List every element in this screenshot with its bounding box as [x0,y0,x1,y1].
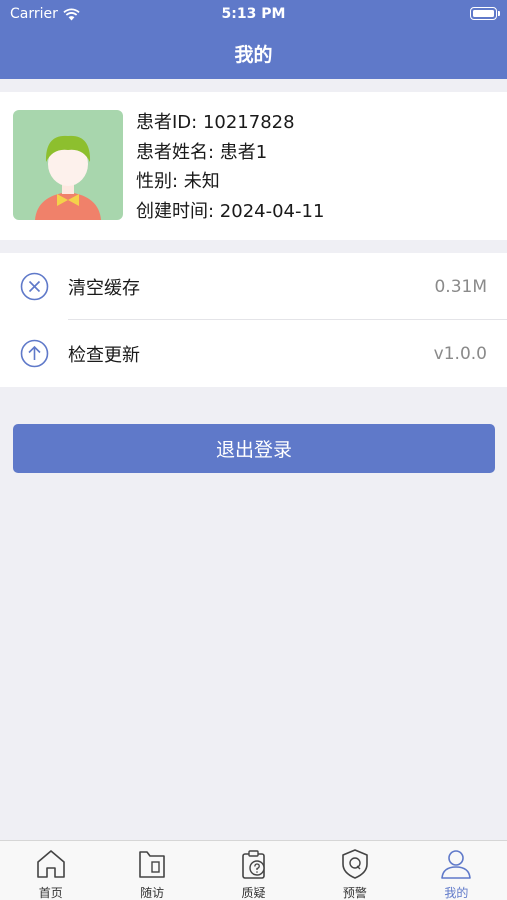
tab-home-label: 首页 [38,886,63,900]
follow-up-icon [139,851,165,878]
home-icon [36,850,65,878]
patient-id: 患者ID: 10217828 [136,112,295,133]
check-update-label: 检查更新 [68,344,140,366]
check-update-row[interactable]: 检查更新 v1.0.0 [0,320,507,387]
profile-card: 患者ID: 10217828 患者姓名: 患者1 性别: 未知 创建时间: 20… [0,92,507,240]
patient-info: 患者ID: 10217828 患者姓名: 患者1 性别: 未知 创建时间: 20… [136,108,324,226]
tab-follow-up-label: 随访 [140,886,165,900]
patient-name: 患者姓名: 患者1 [136,141,268,163]
patient-created-time: 创建时间: 2024-04-11 [136,200,325,222]
cache-size-value: 0.31M [434,276,487,297]
tab-profile[interactable]: 我的 [406,841,507,900]
alert-shield-icon [342,849,368,879]
header: Carrier 5:13 PM 我的 [0,0,507,79]
avatar-illustration-icon [13,110,123,220]
app-version-value: v1.0.0 [433,343,487,364]
clear-cache-label: 清空缓存 [68,277,140,299]
tab-bar: 首页 随访 质疑 预警 我的 [0,840,507,900]
row-divider [68,319,507,320]
tab-alert[interactable]: 预警 [304,841,405,900]
check-update-icon [20,339,49,368]
profile-icon [441,850,472,879]
clear-cache-icon [20,272,49,301]
settings-list: 清空缓存 0.31M 检查更新 v1.0.0 [0,253,507,387]
logout-button[interactable]: 退出登录 [13,424,495,473]
tab-profile-label: 我的 [444,886,469,900]
tab-query-label: 质疑 [241,886,266,900]
clear-cache-row[interactable]: 清空缓存 0.31M [0,253,507,320]
status-time: 5:13 PM [221,6,286,22]
avatar [13,110,123,220]
tab-home[interactable]: 首页 [0,841,101,900]
status-bar: Carrier 5:13 PM [0,0,507,28]
tab-query[interactable]: 质疑 [203,841,304,900]
page-title: 我的 [234,44,273,66]
patient-gender: 性别: 未知 [136,171,220,192]
tab-alert-label: 预警 [342,886,367,900]
query-icon [241,850,265,879]
tab-follow-up[interactable]: 随访 [101,841,202,900]
battery-icon [470,7,500,20]
